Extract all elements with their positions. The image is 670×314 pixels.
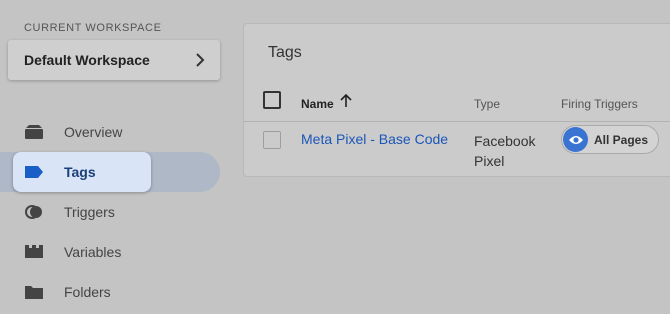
overview-icon <box>25 125 43 139</box>
trigger-label: All Pages <box>594 132 649 147</box>
sidebar-item-label: Folders <box>64 284 111 300</box>
sidebar-item-tags[interactable]: Tags <box>0 152 220 192</box>
folder-icon <box>25 286 43 299</box>
sidebar-item-overview[interactable]: Overview <box>0 112 220 152</box>
panel-title: Tags <box>268 44 302 61</box>
column-header-name[interactable]: Name <box>301 97 334 111</box>
tag-name-link[interactable]: Meta Pixel - Base Code <box>301 131 448 147</box>
arrow-up-icon[interactable] <box>340 94 352 108</box>
workspace-name: Default Workspace <box>24 52 150 68</box>
workspace-selector[interactable]: Default Workspace <box>8 40 220 80</box>
tags-panel: Tags Name Type Firing Triggers Meta Pixe… <box>243 23 670 177</box>
sidebar-item-folders[interactable]: Folders <box>0 272 220 312</box>
column-header-firing-triggers[interactable]: Firing Triggers <box>561 97 638 111</box>
chevron-right-icon <box>196 53 205 67</box>
sidebar-item-label: Tags <box>64 164 96 180</box>
sidebar-item-label: Overview <box>64 124 123 140</box>
column-header-type[interactable]: Type <box>474 97 500 111</box>
eye-icon <box>563 127 588 152</box>
sidebar-item-label: Variables <box>64 244 122 260</box>
variables-icon <box>25 245 43 258</box>
triggers-icon <box>25 205 42 219</box>
sidebar-item-variables[interactable]: Variables <box>0 232 220 272</box>
tag-icon <box>25 166 43 178</box>
trigger-chip[interactable]: All Pages <box>561 125 659 154</box>
row-checkbox[interactable] <box>263 131 281 149</box>
workspace-section-label: CURRENT WORKSPACE <box>24 22 162 34</box>
table-header: Name Type Firing Triggers <box>244 90 670 122</box>
sidebar-item-triggers[interactable]: Triggers <box>0 192 220 232</box>
tag-type: Facebook Pixel <box>474 133 536 169</box>
sidebar-nav: Overview Tags Triggers Variables Folders <box>0 112 220 312</box>
sidebar-item-label: Triggers <box>64 204 115 220</box>
